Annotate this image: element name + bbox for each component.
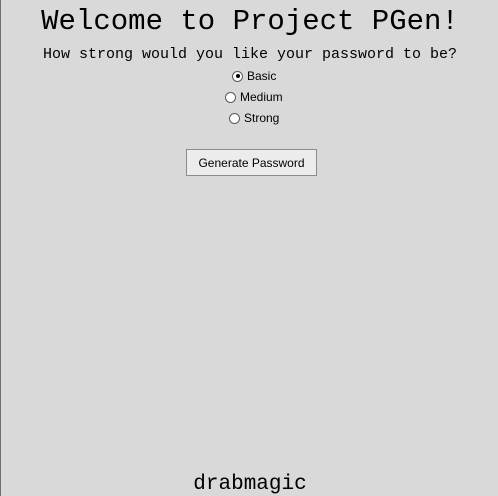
radio-option-medium[interactable]: Medium (225, 88, 283, 106)
radio-button-medium[interactable] (225, 91, 236, 103)
radio-option-strong[interactable]: Strong (229, 109, 279, 127)
radio-label-basic: Basic (247, 69, 277, 83)
generate-password-button[interactable]: Generate Password (186, 149, 317, 176)
app-window: Welcome to Project PGen! How strong woul… (0, 0, 498, 496)
page-title: Welcome to Project PGen! (41, 5, 459, 38)
footer-credit: drabmagic (193, 473, 307, 496)
radio-button-strong[interactable] (229, 112, 240, 124)
radio-label-strong: Strong (244, 111, 280, 125)
strength-prompt: How strong would you like your password … (42, 46, 458, 63)
radio-option-basic[interactable]: Basic (232, 67, 276, 85)
radio-label-medium: Medium (240, 90, 283, 104)
radio-button-basic[interactable] (232, 70, 243, 82)
